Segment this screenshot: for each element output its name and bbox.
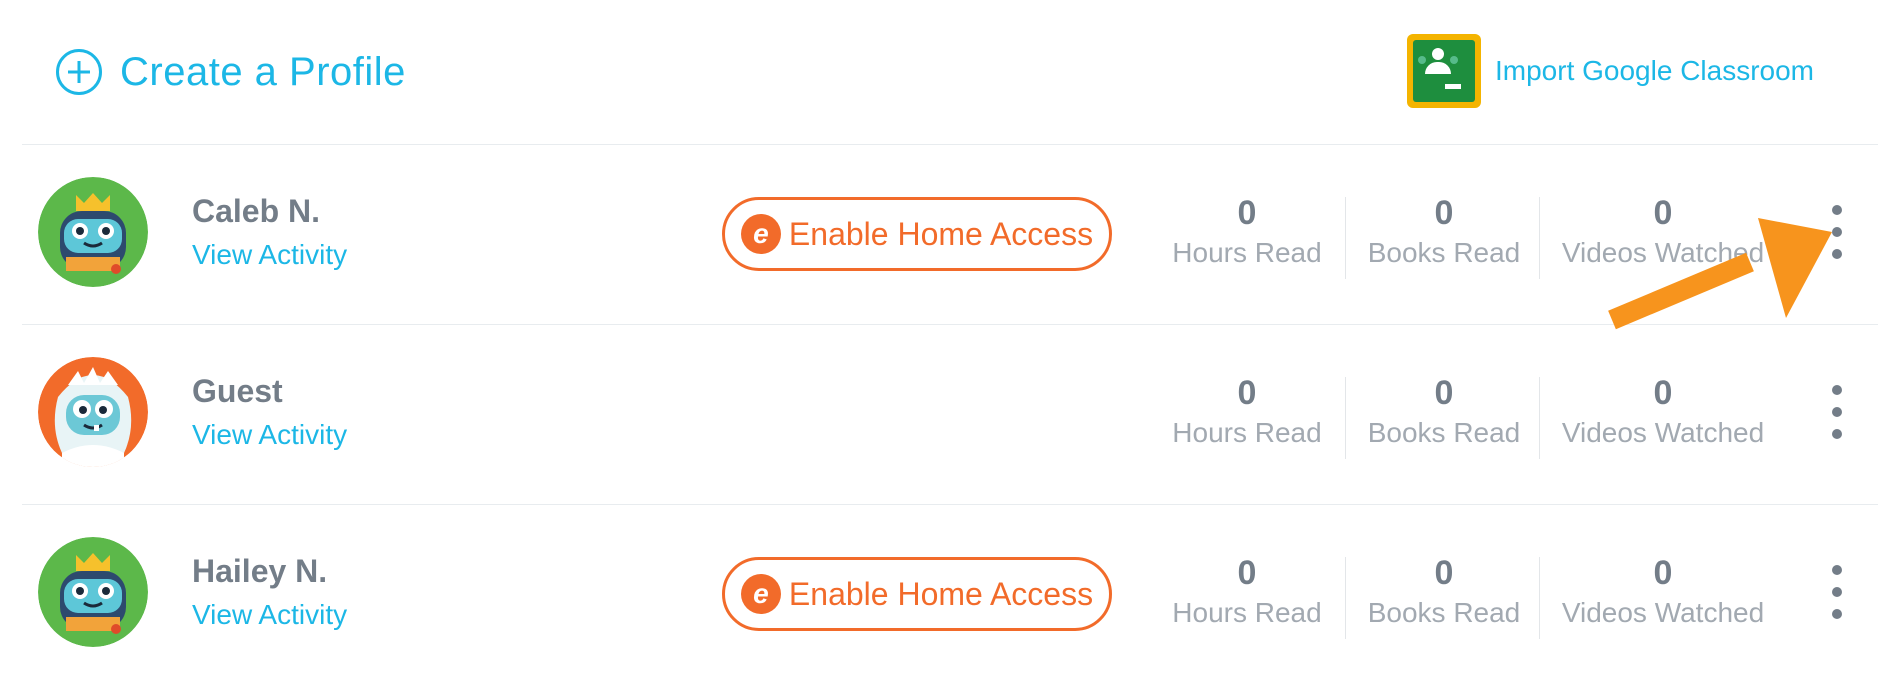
stat-hours-read: 0 Hours Read bbox=[1172, 553, 1322, 633]
stat-value: 0 bbox=[1434, 374, 1454, 412]
import-google-classroom-button[interactable]: Import Google Classroom bbox=[1407, 34, 1814, 108]
stat-books-read: 0 Books Read bbox=[1364, 193, 1524, 273]
stat-label: Hours Read bbox=[1172, 417, 1322, 448]
view-activity-link[interactable]: View Activity bbox=[192, 239, 347, 271]
plus-circle-icon bbox=[56, 49, 102, 95]
stat-label: Videos Watched bbox=[1561, 237, 1765, 268]
stat-value: 0 bbox=[1653, 554, 1673, 592]
stat-videos-watched: 0 Videos Watched bbox=[1558, 373, 1768, 453]
more-vertical-icon[interactable] bbox=[1822, 561, 1852, 627]
create-profile-label: Create a Profile bbox=[120, 49, 406, 94]
stat-books-read: 0 Books Read bbox=[1364, 553, 1524, 633]
avatar bbox=[38, 177, 148, 287]
epic-logo-icon: e bbox=[740, 214, 781, 254]
stat-divider bbox=[1345, 377, 1346, 459]
more-vertical-icon[interactable] bbox=[1822, 381, 1852, 447]
import-google-classroom-label: Import Google Classroom bbox=[1495, 55, 1815, 86]
enable-home-access-label: Enable Home Access bbox=[788, 575, 1094, 612]
profile-row: Caleb N. View Activity e Enable Home Acc… bbox=[22, 144, 1878, 324]
stat-label: Hours Read bbox=[1172, 237, 1322, 268]
profile-row: Hailey N. View Activity e Enable Home Ac… bbox=[22, 504, 1878, 684]
stat-hours-read: 0 Hours Read bbox=[1172, 193, 1322, 273]
stat-label: Hours Read bbox=[1172, 597, 1322, 628]
stat-value: 0 bbox=[1434, 194, 1454, 232]
stat-hours-read: 0 Hours Read bbox=[1172, 373, 1322, 453]
avatar bbox=[38, 537, 148, 647]
stat-value: 0 bbox=[1653, 374, 1673, 412]
view-activity-link[interactable]: View Activity bbox=[192, 599, 347, 631]
stat-books-read: 0 Books Read bbox=[1364, 373, 1524, 453]
profile-row: Guest View Activity 0 Hours Read 0 Books… bbox=[22, 324, 1878, 504]
stat-label: Books Read bbox=[1367, 237, 1521, 268]
profile-name: Caleb N. bbox=[192, 193, 321, 229]
stat-label: Videos Watched bbox=[1561, 417, 1765, 448]
stat-value: 0 bbox=[1434, 554, 1454, 592]
profile-name: Guest bbox=[192, 373, 283, 409]
enable-home-access-button[interactable]: e Enable Home Access bbox=[722, 197, 1112, 271]
stat-divider bbox=[1539, 377, 1540, 459]
google-classroom-icon bbox=[1407, 34, 1481, 108]
stat-divider bbox=[1539, 557, 1540, 639]
enable-home-access-button[interactable]: e Enable Home Access bbox=[722, 557, 1112, 631]
stat-videos-watched: 0 Videos Watched bbox=[1558, 553, 1768, 633]
stat-videos-watched: 0 Videos Watched bbox=[1558, 193, 1768, 273]
profile-name: Hailey N. bbox=[192, 553, 328, 589]
stat-divider bbox=[1345, 197, 1346, 279]
stat-value: 0 bbox=[1237, 554, 1257, 592]
profiles-header: Create a Profile Import Google Classroom bbox=[0, 0, 1878, 144]
stat-value: 0 bbox=[1653, 194, 1673, 232]
avatar bbox=[38, 357, 148, 467]
stat-divider bbox=[1539, 197, 1540, 279]
stat-value: 0 bbox=[1237, 374, 1257, 412]
stat-value: 0 bbox=[1237, 194, 1257, 232]
stat-label: Videos Watched bbox=[1561, 597, 1765, 628]
epic-logo-icon: e bbox=[740, 574, 781, 614]
stat-label: Books Read bbox=[1367, 417, 1521, 448]
stat-divider bbox=[1345, 557, 1346, 639]
view-activity-link[interactable]: View Activity bbox=[192, 419, 347, 451]
more-vertical-icon[interactable] bbox=[1822, 201, 1852, 267]
enable-home-access-label: Enable Home Access bbox=[788, 215, 1094, 252]
create-profile-button[interactable]: Create a Profile bbox=[56, 46, 406, 98]
stat-label: Books Read bbox=[1367, 597, 1521, 628]
